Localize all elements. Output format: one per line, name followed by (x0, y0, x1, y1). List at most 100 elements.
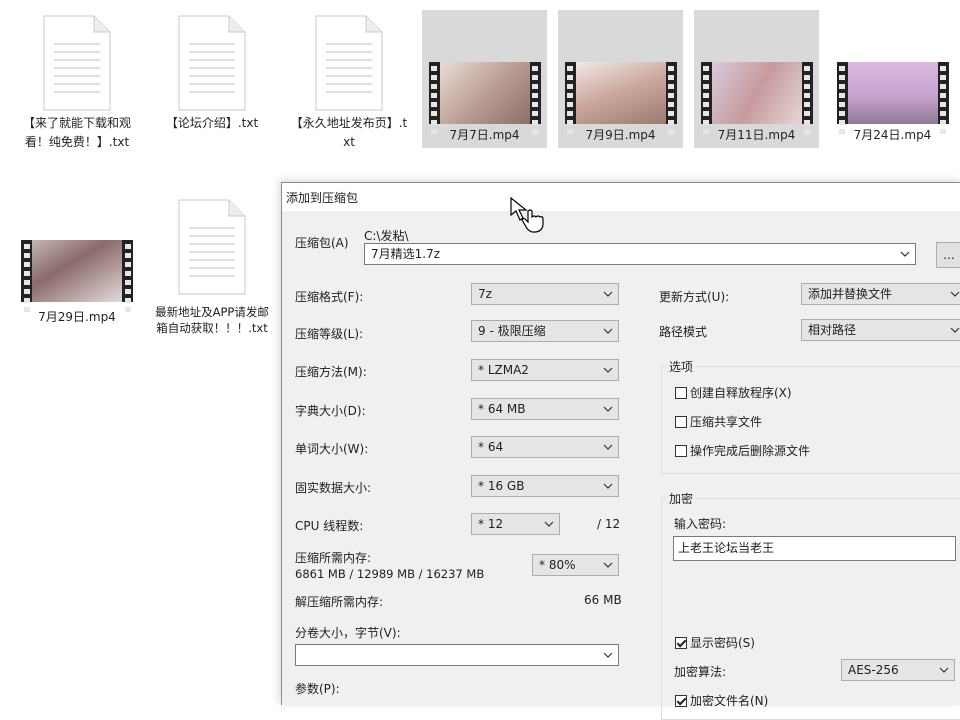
cpu-threads-value: * 12 (478, 517, 504, 531)
video-file-icon (700, 62, 813, 134)
text-file-icon (314, 14, 384, 112)
file-item[interactable]: 最新地址及APP请发邮箱自动获取！！！.txt (147, 198, 277, 336)
file-name: 7月7日.mp4 (449, 128, 520, 142)
checkbox-box (675, 386, 687, 399)
format-combo[interactable]: 7z (471, 283, 619, 305)
update-mode-value: 添加并替换文件 (808, 287, 893, 301)
archive-path: C:\发粘\ (364, 229, 409, 243)
path-mode-value: 相对路径 (808, 323, 857, 337)
file-item[interactable]: 7月24日.mp4 (830, 10, 955, 148)
dialog-titlebar[interactable]: 添加到压缩包 (282, 183, 960, 211)
password-input[interactable]: 上老王论坛当老王 (673, 536, 956, 561)
text-file-icon (177, 198, 247, 296)
chevron-down-icon (544, 521, 554, 527)
update-mode-combo[interactable]: 添加并替换文件 (801, 283, 960, 305)
file-item[interactable]: 7月9日.mp4 (558, 10, 683, 148)
file-item[interactable]: 【永久地址发布页】.txt (284, 14, 414, 152)
word-size-value: * 64 (478, 440, 504, 454)
chevron-down-icon (603, 444, 613, 450)
file-item[interactable]: 7月7日.mp4 (422, 10, 547, 148)
dictionary-label: 字典大小(D): (295, 404, 366, 418)
format-label: 压缩格式(F): (295, 290, 364, 304)
video-file-icon (836, 62, 949, 134)
encryption-method-label: 加密算法: (674, 665, 727, 679)
chevron-down-icon (950, 291, 960, 297)
decompress-memory-value: 66 MB (584, 593, 622, 607)
encrypt-names-checkbox[interactable]: 加密文件名(N) (675, 692, 768, 709)
memory-label: 压缩所需内存: (295, 551, 372, 565)
chevron-down-icon (603, 483, 613, 489)
level-combo[interactable]: 9 - 极限压缩 (471, 320, 619, 342)
file-item[interactable]: 7月29日.mp4 (12, 240, 142, 327)
solid-block-value: * 16 GB (478, 479, 525, 493)
chevron-down-icon (939, 667, 949, 673)
split-volume-combo[interactable] (295, 644, 619, 666)
file-item[interactable]: 【论坛介绍】.txt (147, 14, 277, 133)
file-name: 7月29日.mp4 (38, 310, 116, 324)
add-to-archive-dialog: 添加到压缩包 压缩包(A) C:\发粘\ 7月精选1.7z ... 压缩格式(F… (281, 182, 960, 720)
chevron-down-icon (603, 652, 613, 658)
options-group-title: 选项 (666, 358, 697, 375)
encryption-method-combo[interactable]: AES-256 (841, 659, 955, 681)
memory-percent-value: * 80% (539, 558, 576, 572)
delete-after-checkbox[interactable]: 操作完成后删除源文件 (675, 442, 810, 459)
format-value: 7z (478, 287, 492, 301)
solid-block-label: 固实数据大小: (295, 481, 372, 495)
hand-cursor-icon (510, 196, 544, 233)
chevron-down-icon (603, 562, 613, 568)
cpu-threads-label: CPU 线程数: (295, 519, 364, 533)
path-mode-combo[interactable]: 相对路径 (801, 319, 960, 341)
decompress-memory-label: 解压缩所需内存: (295, 595, 384, 609)
video-file-icon (21, 240, 133, 312)
method-label: 压缩方法(M): (295, 365, 367, 379)
text-file-icon (177, 14, 247, 112)
create-sfx-checkbox[interactable]: 创建自释放程序(X) (675, 384, 792, 401)
chevron-down-icon (603, 328, 613, 334)
archive-name-combo[interactable]: 7月精选1.7z (364, 243, 916, 265)
show-password-label: 显示密码(S) (690, 636, 755, 650)
file-name: 7月9日.mp4 (585, 128, 656, 142)
chevron-down-icon (603, 406, 613, 412)
compress-shared-label: 压缩共享文件 (690, 415, 763, 429)
update-mode-label: 更新方式(U): (659, 290, 730, 304)
compress-shared-checkbox[interactable]: 压缩共享文件 (675, 413, 762, 430)
encryption-group-title: 加密 (666, 490, 697, 507)
show-password-checkbox[interactable]: 显示密码(S) (675, 634, 755, 651)
chevron-down-icon (950, 327, 960, 333)
checkbox-box (675, 636, 687, 649)
file-item[interactable]: 7月11日.mp4 (694, 10, 819, 148)
word-size-combo[interactable]: * 64 (471, 436, 619, 458)
browse-button[interactable]: ... (936, 242, 960, 268)
video-file-icon (564, 62, 677, 134)
file-name: 7月11日.mp4 (717, 128, 796, 142)
method-combo[interactable]: * LZMA2 (471, 359, 619, 381)
chevron-down-icon (603, 367, 613, 373)
level-label: 压缩等级(L): (295, 327, 364, 341)
checkbox-box (675, 444, 687, 457)
file-name: 最新地址及APP请发邮箱自动获取！！！.txt (155, 305, 269, 335)
parameters-label: 参数(P): (295, 682, 340, 696)
memory-percent-combo[interactable]: * 80% (532, 554, 619, 576)
archive-label: 压缩包(A) (295, 236, 349, 250)
dictionary-combo[interactable]: * 64 MB (471, 398, 619, 420)
file-name: 【来了就能下载和观看！纯免费！】.txt (22, 116, 131, 149)
password-label: 输入密码: (674, 517, 727, 531)
cpu-threads-total: / 12 (597, 517, 621, 531)
chevron-down-icon (900, 251, 910, 257)
file-name: 7月24日.mp4 (853, 128, 932, 142)
split-volume-label: 分卷大小，字节(V): (295, 626, 401, 640)
method-value: * LZMA2 (478, 363, 529, 377)
file-item[interactable]: 【来了就能下载和观看！纯免费！】.txt (12, 14, 142, 152)
memory-values: 6861 MB / 12989 MB / 16237 MB (295, 567, 485, 581)
checkbox-box (675, 694, 687, 707)
archive-name-value: 7月精选1.7z (371, 247, 441, 261)
encryption-method-value: AES-256 (848, 663, 899, 677)
dictionary-value: * 64 MB (478, 402, 526, 416)
solid-block-combo[interactable]: * 16 GB (471, 475, 619, 497)
path-mode-label: 路径模式 (659, 325, 708, 339)
level-value: 9 - 极限压缩 (478, 324, 546, 338)
file-name: 【论坛介绍】.txt (165, 116, 259, 130)
cpu-threads-combo[interactable]: * 12 (471, 513, 560, 535)
encrypt-names-label: 加密文件名(N) (690, 694, 769, 708)
checkbox-box (675, 415, 687, 428)
